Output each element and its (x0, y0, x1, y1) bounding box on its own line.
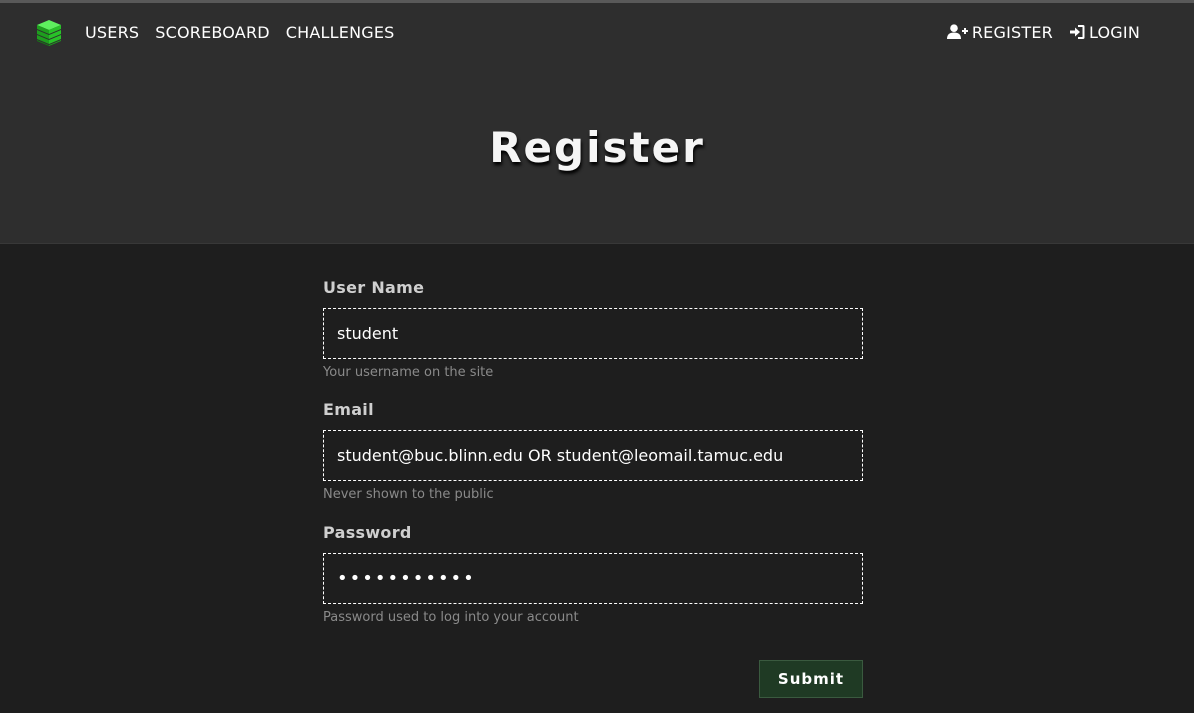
register-label: REGISTER (971, 22, 1053, 42)
navbar: USERS SCOREBOARD CHALLENGES REGISTER LOG… (0, 3, 1194, 61)
email-input[interactable] (323, 430, 863, 481)
nav-users-link[interactable]: USERS (77, 23, 147, 42)
username-help: Your username on the site (323, 365, 494, 380)
email-help: Never shown to the public (323, 487, 494, 502)
nav-challenges-link[interactable]: CHALLENGES (278, 23, 403, 42)
nav-scoreboard-link[interactable]: SCOREBOARD (147, 23, 278, 42)
login-label: LOGIN (1088, 22, 1140, 42)
password-help: Password used to log into your account (323, 610, 579, 625)
page-header: USERS SCOREBOARD CHALLENGES REGISTER LOG… (0, 3, 1194, 244)
email-group: Email Never shown to the public (323, 400, 863, 503)
nav-login-link[interactable]: LOGIN (1061, 23, 1148, 42)
submit-button[interactable]: Submit (759, 660, 863, 698)
password-label: Password (323, 523, 412, 542)
password-input[interactable] (323, 553, 863, 604)
email-label: Email (323, 400, 374, 419)
username-input[interactable] (323, 308, 863, 359)
username-label: User Name (323, 278, 425, 297)
page-title: Register (489, 123, 705, 172)
nav-right: REGISTER LOGIN (939, 3, 1148, 61)
nav-register-link[interactable]: REGISTER (939, 23, 1061, 42)
user-plus-icon (946, 24, 968, 39)
username-group: User Name Your username on the site (323, 278, 863, 381)
password-group: Password Password used to log into your … (323, 523, 863, 626)
logo-icon[interactable] (36, 19, 62, 47)
nav-left: USERS SCOREBOARD CHALLENGES (77, 3, 403, 61)
sign-in-icon (1069, 25, 1085, 39)
